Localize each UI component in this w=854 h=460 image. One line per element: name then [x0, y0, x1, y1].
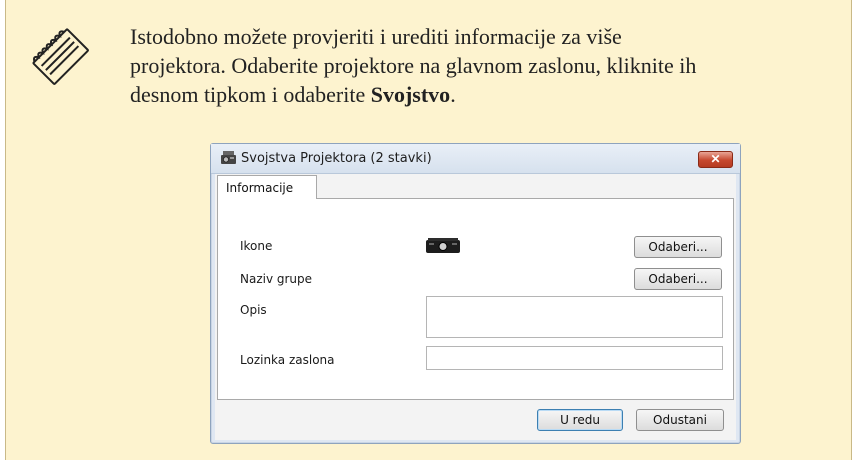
note-text: Istodobno možete provjeriti i urediti in… [130, 22, 830, 109]
note-pencil-icon [32, 28, 89, 85]
note-line-3-suffix: . [450, 82, 456, 107]
dialog-client-area: Informacije Ikone Odaberi... Naziv grupe… [215, 174, 736, 440]
choose-icon-button[interactable]: Odaberi... [634, 236, 722, 258]
information-panel: Ikone Odaberi... Naziv grupe Odaberi... … [217, 198, 734, 400]
description-label: Opis [240, 303, 267, 317]
close-button[interactable]: ✕ [698, 151, 733, 168]
dialog-title: Svojstva Projektora (2 stavki) [241, 151, 432, 166]
password-label: Lozinka zaslona [240, 353, 335, 367]
projector-icon [426, 238, 460, 253]
properties-dialog: Svojstva Projektora (2 stavki) ✕ Informa… [210, 143, 741, 444]
choose-group-button[interactable]: Odaberi... [634, 268, 722, 290]
ok-button[interactable]: U redu [537, 409, 623, 431]
projector-app-icon [221, 151, 236, 164]
password-input[interactable] [426, 346, 723, 370]
icon-label: Ikone [240, 239, 273, 253]
note-line-2: projektora. Odaberite projektore na glav… [130, 53, 697, 78]
dialog-titlebar[interactable]: Svojstva Projektora (2 stavki) ✕ [211, 144, 740, 174]
close-icon: ✕ [710, 152, 721, 166]
note-line-1: Istodobno možete provjeriti i urediti in… [130, 24, 622, 49]
note-line-3-prefix: desnom tipkom i odaberite [130, 82, 371, 107]
tab-information[interactable]: Informacije [217, 175, 317, 199]
description-input[interactable] [426, 296, 723, 338]
cancel-button[interactable]: Odustani [636, 409, 724, 431]
note-bold-term: Svojstvo [370, 82, 451, 107]
group-name-label: Naziv grupe [240, 272, 313, 286]
